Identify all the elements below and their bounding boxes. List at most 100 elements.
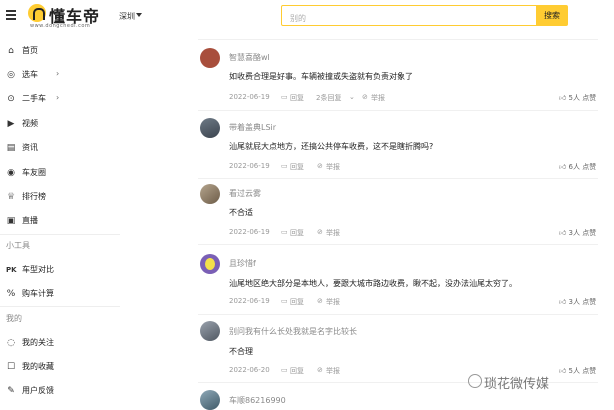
thumbs-up-icon: 👍︎ xyxy=(559,367,569,375)
report-icon[interactable]: ⊘ xyxy=(317,366,323,374)
search-input[interactable] xyxy=(282,9,536,28)
sidebar-item-label: 首页 xyxy=(22,46,38,55)
like-count: 5人 点赞 xyxy=(568,367,597,375)
thumbs-up-icon: 👍︎ xyxy=(559,229,569,237)
comment-username[interactable]: 车顺86216990 xyxy=(229,395,286,406)
comment-text: 不合理 xyxy=(229,347,253,356)
section-title-tools: 小工具 xyxy=(6,241,30,250)
sidebar-item-favorites[interactable]: ☐ 我的收藏 xyxy=(0,358,120,376)
comment-text: 汕尾就屁大点地方，还搞公共停车收费，这不是瞎折腾吗? xyxy=(229,142,434,151)
comment-date: 2022-06-19 xyxy=(229,162,270,170)
sidebar-item-compare[interactable]: PK 车型对比 xyxy=(0,261,120,279)
divider xyxy=(198,314,598,315)
like-button[interactable]: 👍︎ 5人 点赞 xyxy=(559,93,596,103)
reply-icon[interactable]: ▭ xyxy=(281,297,288,305)
divider xyxy=(198,244,598,245)
sidebar-item-ranking[interactable]: ♕ 排行榜 xyxy=(0,188,120,206)
comment-username[interactable]: 别问我有什么长处我就是名字比较长 xyxy=(229,326,357,337)
report-button[interactable]: 举报 xyxy=(326,228,340,238)
avatar[interactable] xyxy=(200,254,220,274)
like-button[interactable]: 👍︎ 3人 点赞 xyxy=(559,297,596,307)
comment-username[interactable]: 看过云雾 xyxy=(229,188,261,199)
report-icon[interactable]: ⊘ xyxy=(317,162,323,170)
sidebar-item-label: 车型对比 xyxy=(22,265,54,274)
sidebar-item-news[interactable]: ▤ 资讯 xyxy=(0,139,120,157)
menu-icon[interactable] xyxy=(6,10,16,20)
like-count: 5人 点赞 xyxy=(568,94,597,102)
sidebar-item-label: 二手车 xyxy=(22,94,46,103)
reply-button[interactable]: 回复 xyxy=(290,93,304,103)
thumbs-up-icon: 👍︎ xyxy=(559,94,569,102)
sidebar-item-label: 视频 xyxy=(22,119,38,128)
like-button[interactable]: 👍︎ 3人 点赞 xyxy=(559,228,596,238)
search-box[interactable] xyxy=(281,5,537,28)
live-icon: ▣ xyxy=(6,216,16,226)
sidebar-item-video[interactable]: ▶ 视频 xyxy=(0,115,120,133)
reply-button[interactable]: 回复 xyxy=(290,366,304,376)
car-select-icon: ◎ xyxy=(7,70,15,80)
reply-icon[interactable]: ▭ xyxy=(281,93,288,101)
avatar[interactable] xyxy=(200,184,220,204)
avatar[interactable] xyxy=(200,390,220,410)
report-icon[interactable]: ⊘ xyxy=(317,228,323,236)
avatar[interactable] xyxy=(200,48,220,68)
logo-icon[interactable] xyxy=(28,4,46,22)
sidebar-item-feedback[interactable]: ✎ 用户反馈 xyxy=(0,382,120,400)
sidebar-item-live[interactable]: ▣ 直播 xyxy=(0,212,120,230)
comment-date: 2022-06-19 xyxy=(229,93,270,101)
report-button[interactable]: 举报 xyxy=(326,297,340,307)
comment-username[interactable]: 智慧喜酪wl xyxy=(229,52,270,63)
sidebar-item-community[interactable]: ◉ 车友圈 xyxy=(0,164,120,182)
chevron-down-icon[interactable]: ⌄ xyxy=(349,93,355,101)
news-icon: ▤ xyxy=(6,143,16,153)
thumbs-up-icon: 👍︎ xyxy=(559,298,569,306)
sidebar-item-home[interactable]: ⌂ 首页 xyxy=(0,42,120,60)
divider xyxy=(0,306,120,307)
avatar[interactable] xyxy=(200,321,220,341)
sidebar-item-label: 我的收藏 xyxy=(22,362,54,371)
report-button[interactable]: 举报 xyxy=(326,366,340,376)
logo-url: www.dongchedi.com xyxy=(30,23,91,29)
like-button[interactable]: 👍︎ 6人 点赞 xyxy=(559,162,596,172)
comment-username[interactable]: 带着盖典LSir xyxy=(229,122,276,133)
sidebar-item-label: 用户反馈 xyxy=(22,386,54,395)
reply-icon[interactable]: ▭ xyxy=(281,162,288,170)
reply-icon[interactable]: ▭ xyxy=(281,228,288,236)
reply-button[interactable]: 回复 xyxy=(290,228,304,238)
comment-username[interactable]: 且珍惜f xyxy=(229,258,256,269)
sidebar-item-used-car[interactable]: ⊙ 二手车 › xyxy=(0,90,120,108)
like-count: 6人 点赞 xyxy=(568,163,597,171)
watermark-icon xyxy=(468,374,482,388)
top-bar: 懂车帝 www.dongchedi.com 深圳 搜索 xyxy=(0,0,614,34)
report-button[interactable]: 举报 xyxy=(371,93,385,103)
reply-icon[interactable]: ▭ xyxy=(281,366,288,374)
sidebar-item-select-car[interactable]: ◎ 选车 › xyxy=(0,66,120,84)
report-icon[interactable]: ⊘ xyxy=(317,297,323,305)
sidebar-item-calculator[interactable]: % 购车计算 xyxy=(0,285,120,303)
compare-icon: PK xyxy=(6,266,17,274)
watermark: 琐花微传媒 xyxy=(484,377,550,392)
reply-button[interactable]: 回复 xyxy=(290,297,304,307)
sidebar-item-label: 我的关注 xyxy=(22,338,54,347)
reply-button[interactable]: 回复 xyxy=(290,162,304,172)
chevron-down-icon[interactable] xyxy=(136,13,142,17)
city-selector[interactable]: 深圳 xyxy=(119,11,135,22)
search-button[interactable]: 搜索 xyxy=(536,5,568,26)
replies-count[interactable]: 2条回复 xyxy=(316,93,341,103)
sidebar-item-label: 直播 xyxy=(22,216,38,225)
chevron-right-icon: › xyxy=(56,69,60,78)
sidebar-item-label: 资讯 xyxy=(22,143,38,152)
sidebar-item-label: 购车计算 xyxy=(22,289,54,298)
report-button[interactable]: 举报 xyxy=(326,162,340,172)
feedback-icon: ✎ xyxy=(7,386,15,396)
avatar[interactable] xyxy=(200,118,220,138)
sidebar-item-follow[interactable]: ◌ 我的关注 xyxy=(0,334,120,352)
comment-date: 2022-06-20 xyxy=(229,366,270,374)
divider xyxy=(198,39,598,40)
comment-text: 如收费合理是好事。车辆被撞或失盗就有负责对象了 xyxy=(229,72,413,81)
community-icon: ◉ xyxy=(7,168,15,178)
like-button[interactable]: 👍︎ 5人 点赞 xyxy=(559,366,596,376)
video-icon: ▶ xyxy=(7,119,15,129)
report-icon[interactable]: ⊘ xyxy=(362,93,368,101)
sidebar-item-label: 车友圈 xyxy=(22,168,46,177)
